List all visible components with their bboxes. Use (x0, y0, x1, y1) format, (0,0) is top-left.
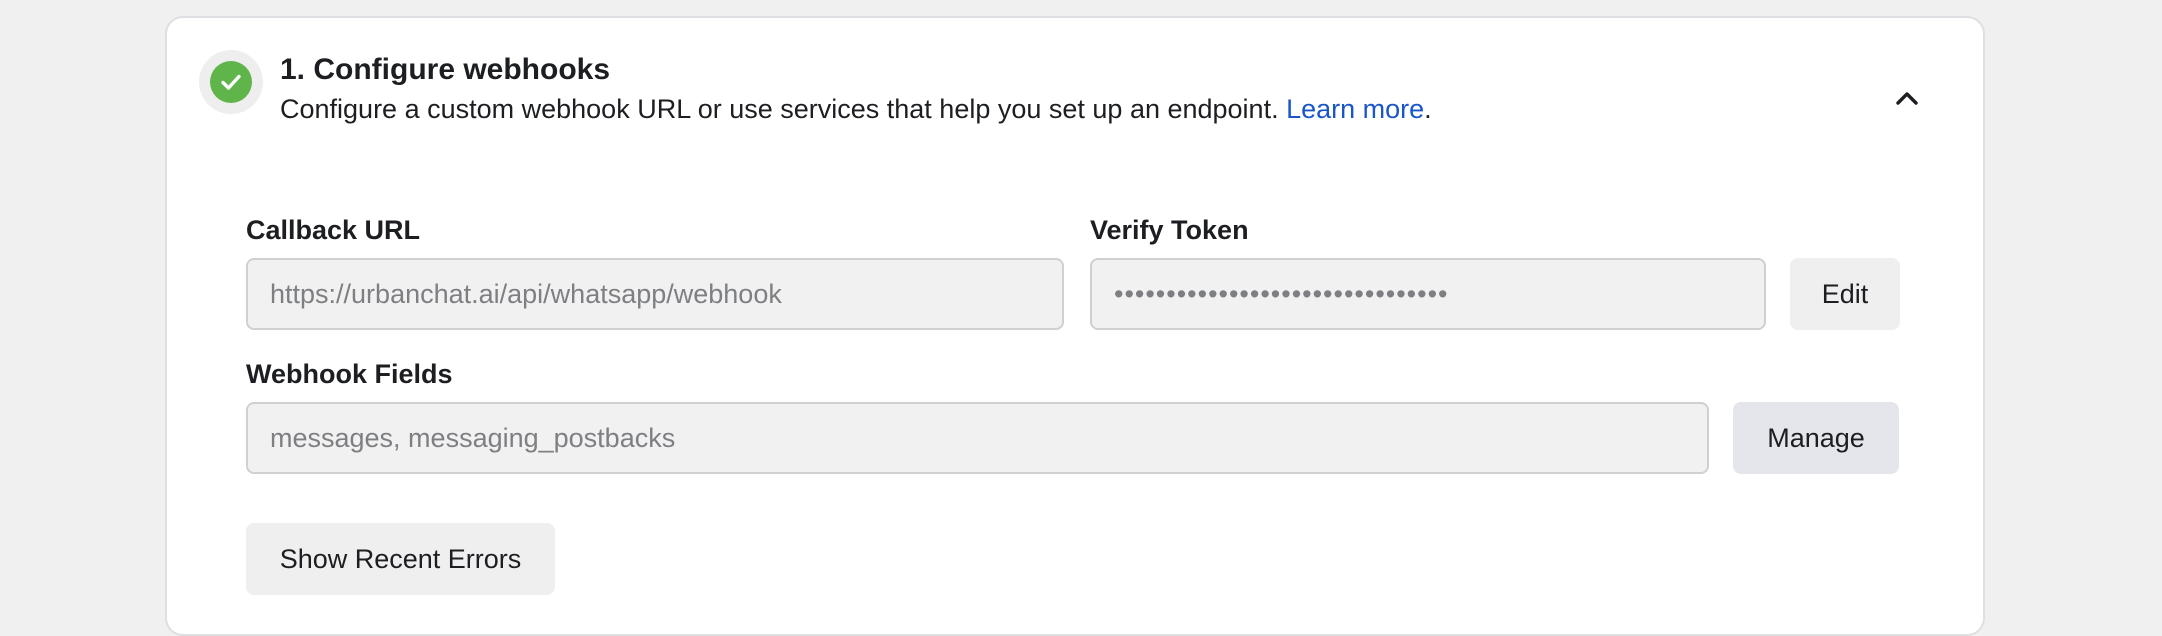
description-text: Configure a custom webhook URL or use se… (280, 94, 1279, 124)
verify-token-field[interactable]: •••••••••••••••••••••••••••••••• (1090, 258, 1766, 330)
chevron-up-icon (1896, 92, 1918, 105)
callback-url-value: https://urbanchat.ai/api/whatsapp/webhoo… (270, 279, 782, 309)
status-indicator (199, 50, 263, 114)
edit-token-button[interactable]: Edit (1790, 258, 1900, 330)
learn-more-link[interactable]: Learn more (1286, 94, 1424, 124)
show-recent-errors-button[interactable]: Show Recent Errors (246, 523, 555, 595)
webhook-fields-field[interactable]: messages, messaging_postbacks (246, 402, 1709, 474)
callback-url-label: Callback URL (246, 215, 421, 245)
verify-token-label: Verify Token (1090, 215, 1249, 245)
callback-url-field[interactable]: https://urbanchat.ai/api/whatsapp/webhoo… (246, 258, 1064, 330)
verify-token-value: •••••••••••••••••••••••••••••••• (1114, 279, 1449, 309)
section-description: Configure a custom webhook URL or use se… (280, 92, 1432, 126)
section-title: 1. Configure webhooks (280, 53, 611, 86)
collapse-button[interactable] (1887, 80, 1927, 120)
check-circle-icon (210, 61, 252, 103)
manage-fields-button[interactable]: Manage (1733, 402, 1899, 474)
webhook-fields-label: Webhook Fields (246, 359, 453, 389)
configure-webhooks-card: 1. Configure webhooks Configure a custom… (165, 16, 1985, 636)
description-period: . (1424, 94, 1432, 124)
webhook-fields-value: messages, messaging_postbacks (270, 423, 676, 453)
